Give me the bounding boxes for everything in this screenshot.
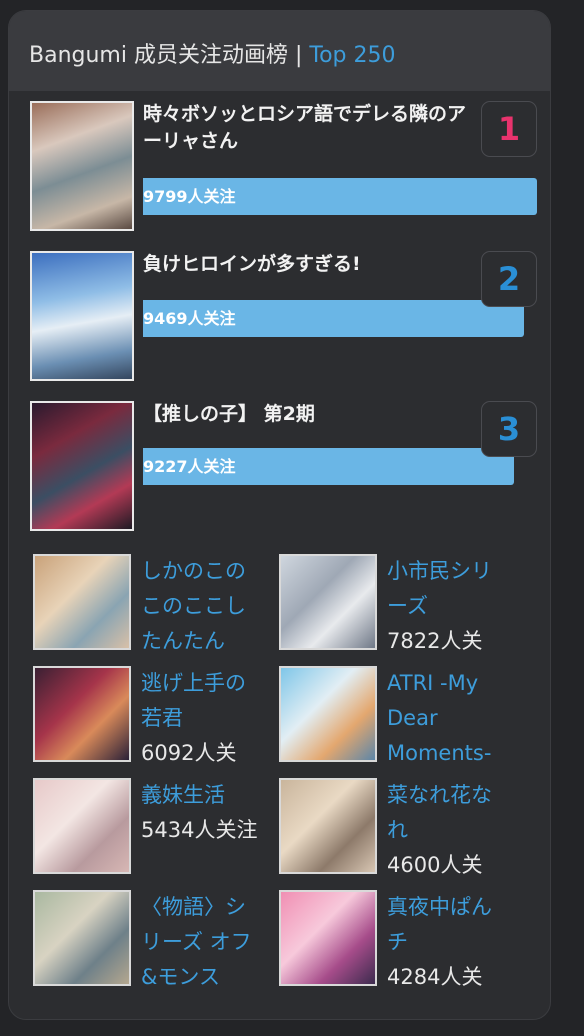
anime-title[interactable]: ATRI -My Dear Moments-	[387, 666, 505, 771]
grid-entry[interactable]: しかのこのこのここしたんたん	[33, 554, 273, 664]
anime-title[interactable]: 真夜中ぱんチ	[387, 890, 505, 960]
grid-entry[interactable]: 真夜中ぱんチ 4284人关	[279, 890, 519, 1000]
followers-count: 4284人关	[387, 965, 483, 989]
rank-badge: 3	[481, 401, 537, 457]
followers-count: 7822人关	[387, 629, 483, 653]
cover-image[interactable]	[279, 554, 377, 650]
followers-count: 9799人关注	[143, 187, 236, 206]
grid-entry[interactable]: 義妹生活 5434人关注	[33, 778, 273, 888]
panel-title: Bangumi 成员关注动画榜 |	[29, 43, 310, 68]
ranking-panel: Bangumi 成员关注动画榜 | Top 250 時々ボソッとロシア語でデレる…	[8, 10, 551, 1020]
followers-count: 5434人关注	[141, 818, 258, 842]
followers-count: 9469人关注	[143, 309, 236, 328]
cover-image[interactable]	[30, 101, 134, 231]
cover-image[interactable]	[33, 890, 131, 986]
grid-entry[interactable]: ATRI -My Dear Moments-	[279, 666, 519, 776]
anime-title[interactable]: 〈物語〉シリーズ オフ&モンス	[141, 890, 259, 995]
grid-entry[interactable]: 〈物語〉シリーズ オフ&モンス	[33, 890, 273, 1000]
anime-title[interactable]: 義妹生活	[141, 778, 259, 813]
anime-title[interactable]: 負けヒロインが多すぎる!	[143, 251, 473, 278]
anime-title[interactable]: 時々ボソッとロシア語でデレる隣のアーリャさん	[143, 101, 473, 155]
anime-title[interactable]: 逃げ上手の若君	[141, 666, 259, 736]
followers-bar: 9227人关注	[143, 448, 514, 485]
anime-title[interactable]: 小市民シリーズ	[387, 554, 505, 624]
top-250-link[interactable]: Top 250	[309, 43, 395, 68]
cover-image[interactable]	[279, 890, 377, 986]
rank-badge: 1	[481, 101, 537, 157]
grid-entry[interactable]: 逃げ上手の若君 6092人关	[33, 666, 273, 776]
cover-image[interactable]	[33, 778, 131, 874]
cover-image[interactable]	[30, 251, 134, 381]
cover-image[interactable]	[279, 666, 377, 762]
cover-image[interactable]	[33, 554, 131, 650]
panel-header: Bangumi 成员关注动画榜 | Top 250	[9, 11, 550, 91]
followers-count: 9227人关注	[143, 457, 236, 476]
anime-title[interactable]: しかのこのこのここしたんたん	[141, 554, 259, 659]
anime-title[interactable]: 【推しの子】 第2期	[143, 401, 473, 428]
grid-entry[interactable]: 菜なれ花なれ 4600人关	[279, 778, 519, 888]
followers-count: 6092人关	[141, 741, 237, 765]
cover-image[interactable]	[30, 401, 134, 531]
anime-title[interactable]: 菜なれ花なれ	[387, 778, 505, 848]
cover-image[interactable]	[33, 666, 131, 762]
followers-bar: 9469人关注	[143, 300, 524, 337]
cover-image[interactable]	[279, 778, 377, 874]
followers-count: 4600人关	[387, 853, 483, 877]
grid-entry[interactable]: 小市民シリーズ 7822人关	[279, 554, 519, 664]
rank-badge: 2	[481, 251, 537, 307]
followers-bar: 9799人关注	[143, 178, 537, 215]
